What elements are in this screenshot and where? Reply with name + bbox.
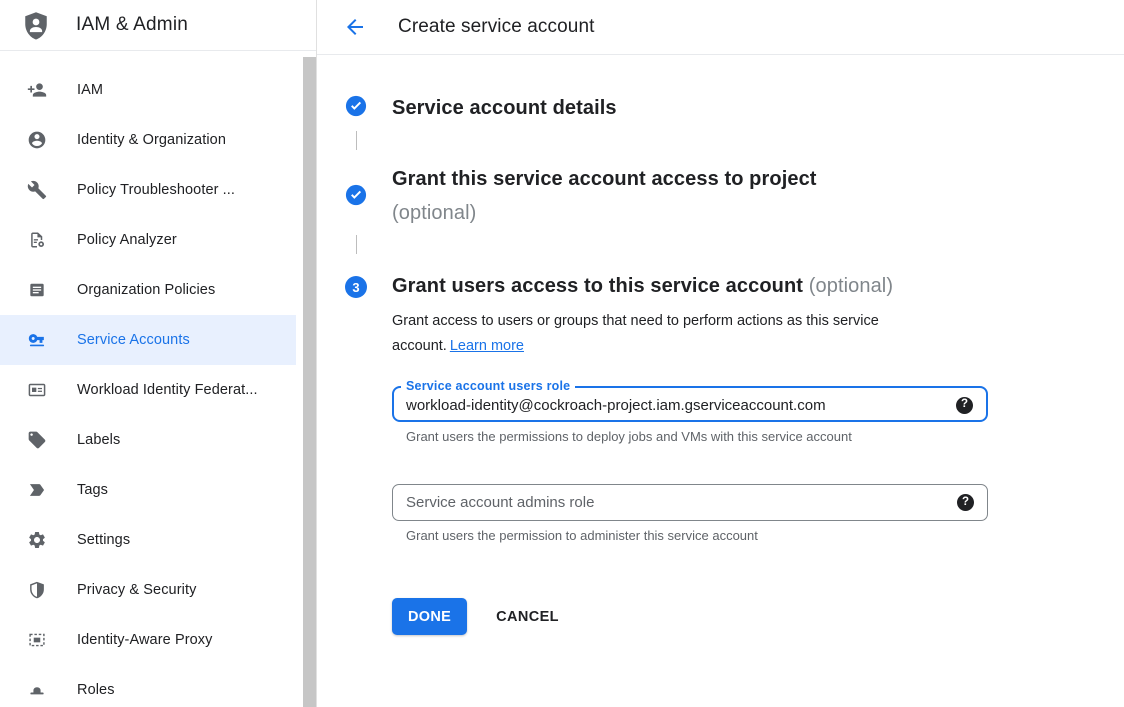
sidebar-item-label: Policy Troubleshooter ...	[77, 182, 235, 198]
list-box-icon	[27, 280, 47, 300]
cancel-button[interactable]: CANCEL	[496, 609, 559, 625]
users-role-field: Service account users role	[392, 379, 988, 422]
sidebar-nav: IAM Identity & Organization Policy Trouble…	[0, 51, 316, 707]
product-title: IAM & Admin	[76, 14, 188, 36]
doc-gear-icon	[27, 230, 47, 250]
service-account-key-icon	[27, 330, 47, 350]
app-root: IAM & Admin IAM Identity & Organization Po…	[0, 0, 1124, 707]
tag-arrow-icon	[27, 480, 47, 500]
step-3-title: Grant users access to this service accou…	[392, 273, 893, 299]
sidebar-item-tags[interactable]: Tags	[0, 465, 296, 515]
label-tag-icon	[27, 430, 47, 450]
sidebar-item-settings[interactable]: Settings	[0, 515, 296, 565]
wrench-icon	[27, 180, 47, 200]
admins-role-field	[392, 484, 988, 521]
sidebar-item-label: Organization Policies	[77, 282, 215, 298]
step-connector	[356, 235, 357, 254]
shield-half-icon	[27, 580, 47, 600]
step-3-number-badge: 3	[345, 276, 367, 298]
sidebar-item-label: IAM	[77, 82, 103, 98]
main-panel: Create service account Service account d…	[317, 0, 1124, 707]
sidebar-item-service-accounts[interactable]: Service Accounts	[0, 315, 296, 365]
sidebar-item-label: Roles	[77, 682, 115, 698]
step-1: Service account details	[345, 95, 1124, 121]
sidebar-item-label: Identity-Aware Proxy	[77, 632, 213, 648]
learn-more-link[interactable]: Learn more	[450, 338, 524, 354]
id-card-icon	[27, 380, 47, 400]
step-2: Grant this service account access to pro…	[345, 166, 1124, 226]
step-3-form: Service account users role Grant users t…	[392, 379, 1124, 635]
sidebar-item-label: Labels	[77, 432, 120, 448]
sidebar-item-policy-analyzer[interactable]: Policy Analyzer	[0, 215, 296, 265]
step-3-optional-label: (optional)	[809, 275, 893, 297]
step-3-title-text: Grant users access to this service accou…	[392, 275, 803, 297]
step-connector	[356, 131, 357, 150]
users-role-help-icon[interactable]	[956, 397, 973, 414]
sidebar-item-label: Privacy & Security	[77, 582, 196, 598]
hat-icon	[27, 680, 47, 700]
sidebar-item-iam[interactable]: IAM	[0, 65, 296, 115]
person-add-icon	[27, 80, 47, 100]
sidebar-item-label: Settings	[77, 532, 130, 548]
step-2-optional-label: (optional)	[392, 200, 817, 226]
users-role-helper-text: Grant users the permissions to deploy jo…	[406, 429, 1124, 445]
step-3: 3 Grant users access to this service acc…	[345, 273, 1124, 299]
sidebar-item-identity-organization[interactable]: Identity & Organization	[0, 115, 296, 165]
admins-role-helper-text: Grant users the permission to administer…	[406, 528, 1124, 544]
admins-role-help-icon[interactable]	[957, 494, 974, 511]
users-role-label: Service account users role	[401, 379, 575, 394]
users-role-row	[394, 394, 986, 420]
proxy-frame-icon	[27, 630, 47, 650]
wizard-content: Service account details Grant this servi…	[317, 55, 1124, 635]
page-header: Create service account	[317, 0, 1124, 55]
sidebar-item-workload-identity-federat[interactable]: Workload Identity Federat...	[0, 365, 296, 415]
sidebar-item-policy-troubleshooter[interactable]: Policy Troubleshooter ...	[0, 165, 296, 215]
step-2-title[interactable]: Grant this service account access to pro…	[392, 166, 817, 226]
sidebar-item-identity-aware-proxy[interactable]: Identity-Aware Proxy	[0, 615, 296, 665]
sidebar-item-label: Identity & Organization	[77, 132, 226, 148]
sidebar-scrollbar-thumb[interactable]	[303, 57, 316, 707]
sidebar-item-label: Workload Identity Federat...	[77, 382, 258, 398]
sidebar-item-labels[interactable]: Labels	[0, 415, 296, 465]
step-1-complete-check-icon	[345, 95, 367, 117]
users-role-input[interactable]	[406, 397, 956, 414]
sidebar-item-roles[interactable]: Roles	[0, 665, 296, 707]
sidebar-header: IAM & Admin	[0, 0, 316, 51]
sidebar: IAM & Admin IAM Identity & Organization Po…	[0, 0, 317, 707]
sidebar-item-label: Policy Analyzer	[77, 232, 177, 248]
arrow-back-icon	[343, 15, 367, 39]
sidebar-item-label: Service Accounts	[77, 332, 190, 348]
sidebar-item-privacy-security[interactable]: Privacy & Security	[0, 565, 296, 615]
sidebar-item-label: Tags	[77, 482, 108, 498]
back-button[interactable]	[343, 15, 367, 39]
iam-admin-shield-icon	[21, 10, 51, 40]
step-1-title[interactable]: Service account details	[392, 95, 617, 121]
form-actions: DONE CANCEL	[392, 598, 1124, 635]
step-2-title-text: Grant this service account access to pro…	[392, 168, 817, 190]
step-3-description: Grant access to users or groups that nee…	[392, 309, 967, 359]
done-button[interactable]: DONE	[392, 598, 467, 635]
page-title: Create service account	[398, 16, 595, 38]
gear-icon	[27, 530, 47, 550]
account-circle-icon	[27, 130, 47, 150]
admins-role-input[interactable]	[406, 494, 957, 511]
sidebar-item-organization-policies[interactable]: Organization Policies	[0, 265, 296, 315]
step-2-complete-check-icon	[345, 184, 367, 206]
